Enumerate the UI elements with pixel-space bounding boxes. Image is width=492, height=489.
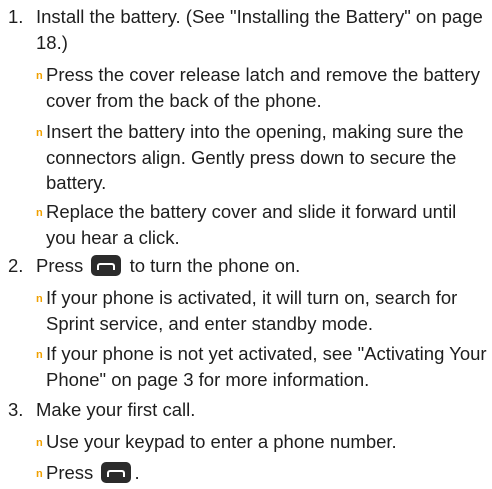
step-title-prefix: Press — [36, 255, 84, 276]
bullet-icon: n — [36, 207, 43, 219]
bullet-text: Use your keypad to enter a phone number. — [46, 431, 397, 452]
step-title: Press to turn the phone on. — [36, 253, 484, 279]
bullet-icon: n — [36, 127, 43, 139]
step-number: 3. — [8, 399, 24, 420]
step-title: Make your first call. — [36, 399, 196, 420]
bullet-text: Insert the battery into the opening, mak… — [46, 121, 464, 193]
instruction-page: 1. Install the battery. (See "Installing… — [0, 0, 492, 489]
bullet-icon: n — [36, 437, 43, 449]
bullet-icon: n — [36, 349, 43, 361]
bullet-icon: n — [36, 70, 43, 82]
step-title-suffix: to turn the phone on. — [129, 255, 301, 276]
step-title: Install the battery. (See "Installing th… — [36, 6, 483, 53]
bullet-prefix: Press — [46, 462, 94, 483]
bullet-suffix: . — [134, 462, 140, 483]
end-power-key-icon — [91, 255, 122, 276]
bullet-text: Press the cover release latch and remove… — [46, 64, 480, 111]
bullet-text: If your phone is activated, it will turn… — [46, 287, 458, 334]
end-power-key-icon — [101, 462, 132, 483]
bullet-text: Replace the battery cover and slide it f… — [46, 201, 457, 248]
step-number: 1. — [8, 6, 24, 27]
bullet-text: Press . — [46, 460, 488, 486]
bullet-icon: n — [36, 468, 43, 480]
bullet-text: If your phone is not yet activated, see … — [46, 343, 487, 390]
bullet-icon: n — [36, 293, 43, 305]
step-number: 2. — [8, 255, 24, 276]
